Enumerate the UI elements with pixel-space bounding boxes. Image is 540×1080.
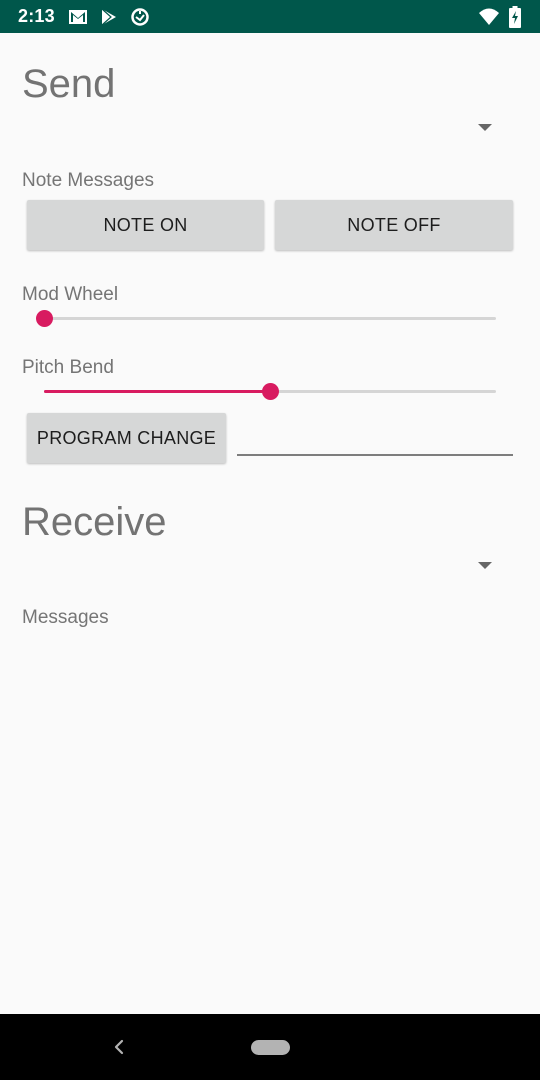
note-messages-label: Note Messages — [22, 170, 155, 191]
messages-label: Messages — [22, 607, 109, 628]
mod-wheel-track — [44, 317, 496, 320]
program-number-input[interactable] — [237, 418, 513, 456]
home-pill-icon[interactable] — [251, 1040, 290, 1055]
note-on-button[interactable]: NOTE ON — [27, 200, 264, 250]
mod-wheel-thumb[interactable] — [36, 310, 53, 327]
play-store-icon — [101, 8, 116, 26]
receive-title: Receive — [22, 500, 167, 544]
battery-icon — [509, 6, 521, 28]
pitch-bend-fill — [44, 390, 270, 393]
wifi-icon — [479, 8, 499, 25]
mod-wheel-slider[interactable] — [36, 309, 496, 329]
send-device-spinner[interactable] — [478, 124, 492, 131]
receive-device-spinner[interactable] — [478, 562, 492, 569]
status-bar: 2:13 — [0, 0, 540, 33]
program-change-button[interactable]: PROGRAM CHANGE — [27, 413, 226, 463]
back-icon[interactable] — [110, 1036, 130, 1058]
send-title: Send — [22, 62, 116, 106]
mod-wheel-label: Mod Wheel — [22, 284, 119, 305]
pitch-bend-label: Pitch Bend — [22, 357, 114, 378]
status-time: 2:13 — [18, 6, 55, 26]
pitch-bend-thumb[interactable] — [262, 383, 279, 400]
gmail-icon — [69, 10, 87, 24]
pitch-bend-slider[interactable] — [44, 382, 496, 402]
note-off-button[interactable]: NOTE OFF — [275, 200, 513, 250]
data-saver-icon — [131, 8, 149, 26]
